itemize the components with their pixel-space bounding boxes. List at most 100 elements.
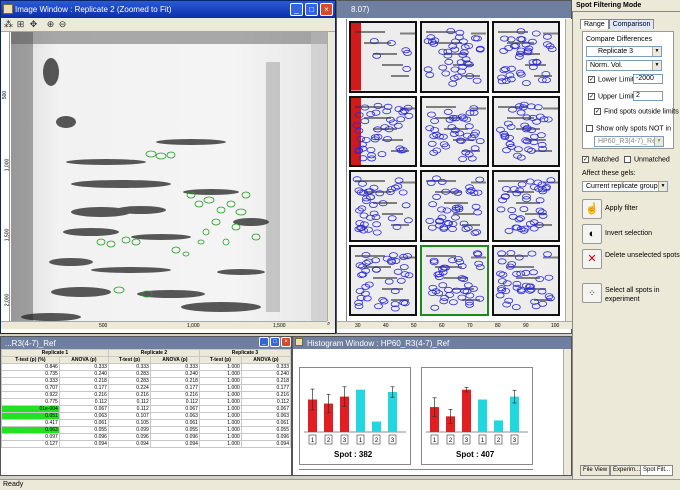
spot-tool-icon[interactable]: ⁂ [3, 19, 14, 30]
tab-file-view[interactable]: File View [580, 465, 611, 476]
measure-select[interactable]: Norm. Vol. ▼ [586, 60, 662, 71]
bar[interactable] [494, 420, 503, 432]
image-window-titlebar[interactable]: Image Window : Replicate 2 (Zoomed to Fi… [1, 1, 335, 18]
table-row[interactable]: 01e-004 0.067 0.112 0.067 1.000 0.067 [1, 405, 291, 413]
close-button[interactable]: × [281, 337, 291, 347]
table-row[interactable]: 0.846 0.333 0.333 0.333 1.000 0.333 [1, 363, 291, 371]
zoom-out-icon[interactable]: ⊖ [57, 19, 68, 30]
maximize-button[interactable]: □ [305, 3, 318, 16]
table-cell: 0.063 [58, 412, 109, 420]
upper-limit-checkbox[interactable]: ✓ Upper Limit [588, 93, 634, 100]
column-header[interactable]: T-test (p) [198, 356, 242, 364]
table-row[interactable]: 0.333 0.218 0.283 0.218 1.000 0.218 [1, 377, 291, 385]
table-row[interactable]: 0.775 0.112 0.112 0.112 1.000 0.112 [1, 398, 291, 406]
maximize-button[interactable]: □ [270, 337, 280, 347]
gel-thumbnail[interactable] [420, 95, 489, 167]
bar[interactable] [356, 389, 365, 432]
unmatched-label: Unmatched [634, 156, 670, 164]
select-all-label[interactable]: Select all spots in experiment [605, 286, 675, 304]
invert-icon: ◐ [588, 228, 596, 240]
apply-filter-label[interactable]: Apply filter [605, 205, 638, 212]
gel-thumbnail[interactable] [420, 21, 489, 93]
affect-gels-select[interactable]: Current replicate group ▼ [582, 181, 668, 192]
table-cell: 1.000 [198, 370, 242, 378]
affect-gels-label: Affect these gels: [582, 170, 636, 177]
category-label: 2 [497, 438, 501, 444]
bar[interactable] [372, 421, 381, 432]
x-tick-label: 40 [383, 323, 389, 329]
delete-unselected-label[interactable]: Delete unselected spots [605, 252, 680, 259]
table-cell: 0.177 [149, 384, 200, 392]
zoom-in-icon[interactable]: ⊕ [45, 19, 56, 30]
lower-limit-checkbox[interactable]: ✓ Lower Limit [588, 76, 634, 83]
bar[interactable] [478, 399, 487, 432]
gel-thumbnail[interactable] [349, 21, 418, 93]
apply-filter-button[interactable]: ☝ [582, 199, 602, 219]
invert-selection-button[interactable]: ◐ [582, 224, 602, 244]
table-row[interactable]: 0.051 0.063 0.107 0.063 1.000 0.063 [1, 412, 291, 420]
tab-comparison[interactable]: Comparison [608, 19, 655, 29]
gel-thumbnail[interactable] [349, 170, 418, 242]
upper-limit-input[interactable]: 2 [633, 91, 663, 101]
tab-spot-filter[interactable]: Spot Filt... [640, 465, 674, 476]
table-cell: 0.112 [58, 398, 109, 406]
close-button[interactable]: × [320, 3, 333, 16]
reference-gel-select[interactable]: HP60_R3(4-7)_Ref ▼ [594, 136, 664, 147]
lower-limit-input[interactable]: -2000 [633, 74, 663, 84]
tab-experiment[interactable]: Experim... [610, 465, 644, 476]
grid-tool-icon[interactable]: ⊞ [15, 19, 26, 30]
checkbox-checked-icon: ✓ [582, 156, 589, 163]
table-row[interactable]: 0.063 0.055 0.099 0.055 1.000 0.055 [1, 426, 291, 434]
table-titlebar[interactable]: ...R3(4-7)_Ref _ □ × [1, 337, 291, 349]
table-row[interactable]: 0.127 0.094 0.094 0.094 1.000 0.094 [1, 440, 291, 448]
gel-thumbnail-svg [351, 23, 416, 91]
gel-thumbnail[interactable] [491, 244, 560, 316]
bar[interactable] [388, 391, 397, 432]
gel-image[interactable] [11, 32, 327, 321]
histogram-titlebar[interactable]: Histogram Window : HP60_R3(4-7)_Ref [293, 337, 571, 349]
table-row[interactable]: 0.735 0.240 0.283 0.240 1.000 0.240 [1, 370, 291, 378]
gel-thumbnail[interactable] [491, 95, 560, 167]
gel-thumbnail[interactable] [491, 170, 560, 242]
image-horizontal-scrollbar[interactable]: 500 1,000 1,500 [1, 321, 327, 329]
zoom-corner-icon[interactable]: ⌕ [327, 321, 335, 329]
table-cell: 1.000 [198, 433, 242, 441]
histogram-vertical-scrollbar[interactable] [563, 349, 571, 475]
replicate-select[interactable]: Replicate 3 ▼ [586, 46, 662, 57]
column-header[interactable]: T-test (p) (%) [1, 356, 60, 364]
gel-thumbnail[interactable] [349, 244, 418, 316]
table-row[interactable]: 0.922 0.216 0.216 0.216 1.000 0.216 [1, 391, 291, 399]
column-header[interactable]: ANOVA (p) [149, 356, 200, 364]
pan-tool-icon[interactable]: ✥ [28, 19, 39, 30]
gel-thumbnail[interactable] [349, 95, 418, 167]
minimize-button[interactable]: _ [259, 337, 269, 347]
tab-range[interactable]: Range [580, 19, 609, 29]
show-only-not-label: Show only spots NOT in [596, 125, 671, 133]
bar[interactable] [462, 389, 471, 432]
gel-thumbnail[interactable] [420, 244, 489, 316]
gel-thumbnail[interactable] [420, 170, 489, 242]
hand-pointer-icon: ☝ [585, 203, 599, 215]
table-cell: 0.775 [1, 398, 60, 406]
column-header[interactable]: ANOVA (p) [240, 356, 291, 364]
select-all-button[interactable]: ⁘ [582, 283, 602, 303]
image-vertical-scrollbar[interactable] [327, 32, 335, 321]
gel-thumbnail-svg [351, 97, 416, 165]
gallery-window-titlebar[interactable]: 8.07) [337, 1, 571, 18]
table-row[interactable]: 0.417 0.061 0.105 0.061 1.000 0.061 [1, 419, 291, 427]
table-row[interactable]: 0.707 0.177 0.224 0.177 1.000 0.177 [1, 384, 291, 392]
minimize-button[interactable]: _ [290, 3, 303, 16]
column-header[interactable]: T-test (p) [107, 356, 151, 364]
show-only-not-checkbox[interactable]: Show only spots NOT in [586, 125, 671, 132]
delete-unselected-button[interactable]: ✕ [582, 249, 602, 269]
gel-thumbnail[interactable] [491, 21, 560, 93]
invert-selection-label[interactable]: Invert selection [605, 230, 652, 237]
table-row[interactable]: 0.097 0.096 0.096 0.096 1.000 0.096 [1, 433, 291, 441]
find-outside-checkbox[interactable]: ✓ Find spots outside limits [594, 108, 679, 115]
column-header[interactable]: ANOVA (p) [58, 356, 109, 364]
spot-chart-382[interactable]: 1 2 3 1 2 3 Spot : 382 [299, 367, 411, 465]
gallery-horizontal-scrollbar[interactable]: 30 40 50 60 70 80 90 100 [337, 321, 573, 329]
unmatched-checkbox[interactable]: Unmatched [624, 156, 670, 163]
matched-checkbox[interactable]: ✓ Matched [582, 156, 619, 163]
spot-chart-407[interactable]: 1 2 3 1 2 3 Spot : 407 [421, 367, 533, 465]
